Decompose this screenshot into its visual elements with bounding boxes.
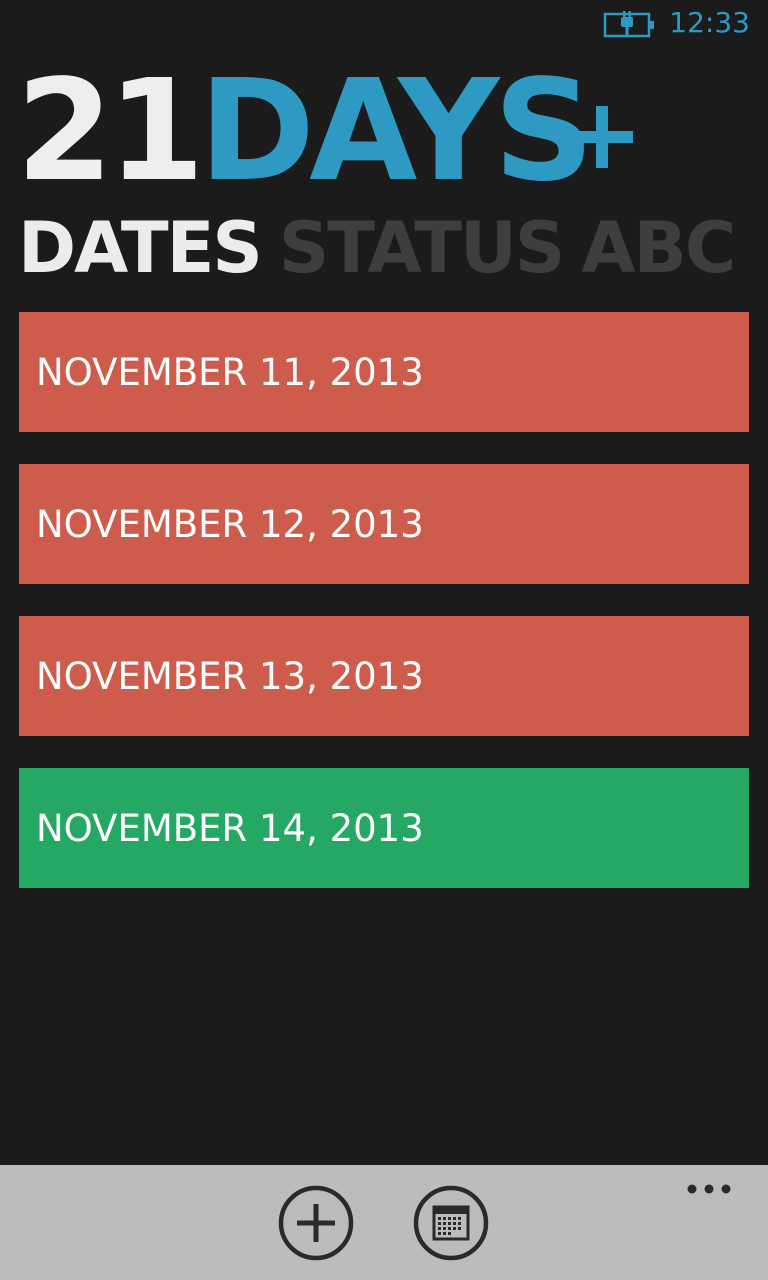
pivot-tab-abc[interactable]: ABC [581,208,736,288]
date-item-label: NOVEMBER 13, 2013 [36,654,424,698]
plus-icon[interactable] [571,106,633,168]
app-title-number: 21 [16,50,205,213]
date-item-label: NOVEMBER 14, 2013 [36,806,424,850]
calendar-icon[interactable] [413,1185,489,1261]
pivot-header: DATES STATUS ABC [18,208,749,288]
app-bar [0,1165,768,1280]
app-title-word: DAYS [198,50,594,213]
battery-charging-icon [603,11,654,38]
date-item[interactable]: NOVEMBER 13, 2013 [19,616,749,736]
clock: 12:33 [669,6,750,39]
date-item-label: NOVEMBER 12, 2013 [36,502,424,546]
status-bar: 12:33 [0,0,768,50]
date-item[interactable]: NOVEMBER 14, 2013 [19,768,749,888]
date-item-label: NOVEMBER 11, 2013 [36,350,424,394]
pivot-tab-status[interactable]: STATUS [279,208,565,288]
more-dots-icon[interactable] [686,1183,732,1195]
date-item[interactable]: NOVEMBER 12, 2013 [19,464,749,584]
app-title: 21DAYS [16,62,594,202]
add-circle-icon[interactable] [278,1185,354,1261]
app-screen: 12:33 21DAYS DATES STATUS ABC NOVEMBER 11,… [0,0,768,1280]
date-list: NOVEMBER 11, 2013 NOVEMBER 12, 2013 NOVE… [19,312,749,920]
pivot-tab-dates[interactable]: DATES [18,208,263,288]
date-item[interactable]: NOVEMBER 11, 2013 [19,312,749,432]
